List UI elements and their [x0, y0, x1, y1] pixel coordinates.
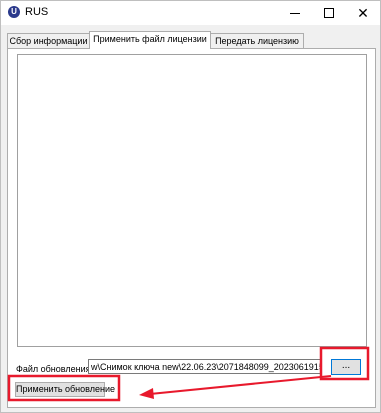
update-file-label: Файл обновления: [16, 364, 91, 374]
minimize-button[interactable]: [278, 1, 312, 25]
app-window: U RUS ✕ Сбор информации Применить файл л…: [0, 0, 381, 413]
tab-panel: Файл обновления w\Снимок ключа new\22.06…: [7, 48, 376, 408]
close-button[interactable]: ✕: [346, 1, 380, 25]
tab-collect-info[interactable]: Сбор информации: [7, 33, 90, 48]
update-file-path-input[interactable]: w\Снимок ключа new\22.06.23\2071848099_2…: [88, 359, 321, 374]
output-text-area[interactable]: [17, 54, 367, 347]
minimize-icon: [290, 12, 300, 14]
maximize-button[interactable]: [312, 1, 346, 25]
apply-update-button[interactable]: Применить обновление: [15, 382, 115, 397]
browse-button[interactable]: ...: [331, 359, 361, 375]
app-icon: U: [8, 6, 20, 18]
tab-transfer-license[interactable]: Передать лицензию: [210, 33, 304, 48]
tab-apply-license-file[interactable]: Применить файл лицензии: [89, 31, 211, 49]
maximize-icon: [324, 8, 334, 18]
window-title: RUS: [25, 6, 49, 18]
close-icon: ✕: [357, 5, 369, 21]
title-bar: U RUS ✕: [1, 1, 380, 25]
